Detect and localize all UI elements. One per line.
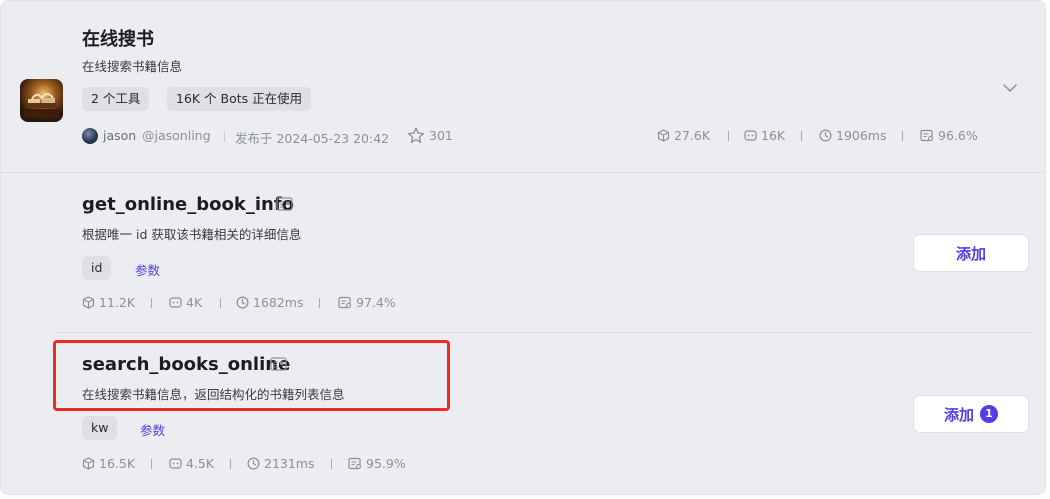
success-rate-stat: 95.9% bbox=[348, 456, 406, 471]
star-button[interactable]: 301 bbox=[407, 127, 453, 144]
report-icon bbox=[348, 457, 362, 470]
added-count-badge: 1 bbox=[980, 405, 998, 423]
star-icon bbox=[407, 127, 425, 143]
cube-icon bbox=[82, 457, 95, 470]
author-name[interactable]: jason bbox=[103, 128, 136, 143]
add-tool-button[interactable]: 添加 1 bbox=[913, 395, 1029, 433]
bot-icon bbox=[169, 297, 182, 308]
stat-divider bbox=[331, 459, 332, 469]
tool-name: search_books_online bbox=[82, 354, 291, 375]
params-link[interactable]: 参数 bbox=[140, 420, 165, 439]
bots-stat: 4.5K bbox=[169, 456, 214, 471]
calls-stat: 27.6K bbox=[657, 128, 710, 143]
success-rate-stat: 97.4% bbox=[338, 295, 396, 310]
plugin-panel: 在线搜书 在线搜索书籍信息 2 个工具 16K 个 Bots 正在使用 jaso… bbox=[0, 0, 1046, 495]
star-count: 301 bbox=[429, 128, 453, 143]
stat-divider bbox=[728, 131, 729, 141]
clock-icon bbox=[236, 296, 249, 309]
tool-description: 根据唯一 id 获取该书籍相关的详细信息 bbox=[82, 227, 302, 242]
author-avatar[interactable] bbox=[82, 128, 98, 144]
api-card-icon bbox=[276, 196, 293, 215]
meta-divider bbox=[224, 132, 225, 142]
latency-stat: 1682ms bbox=[236, 295, 304, 310]
calls-stat: 11.2K bbox=[82, 295, 135, 310]
bot-icon bbox=[169, 458, 182, 469]
cube-icon bbox=[657, 129, 670, 142]
latency-stat: 2131ms bbox=[247, 456, 315, 471]
add-tool-button[interactable]: 添加 bbox=[913, 234, 1029, 272]
param-tag: id bbox=[82, 256, 112, 280]
param-tag: kw bbox=[82, 416, 118, 440]
tool-count-tag: 2 个工具 bbox=[82, 87, 150, 111]
stat-divider bbox=[151, 298, 152, 308]
report-icon bbox=[920, 129, 934, 142]
tool-name: get_online_book_info bbox=[82, 194, 295, 215]
cube-icon bbox=[82, 296, 95, 309]
stat-divider bbox=[220, 298, 221, 308]
stat-divider bbox=[801, 131, 802, 141]
calls-stat: 16.5K bbox=[82, 456, 135, 471]
api-card-icon bbox=[270, 356, 287, 375]
tool-description: 在线搜索书籍信息，返回结构化的书籍列表信息 bbox=[82, 387, 345, 402]
params-link[interactable]: 参数 bbox=[135, 260, 160, 279]
plugin-description: 在线搜索书籍信息 bbox=[82, 59, 183, 74]
latency-stat: 1906ms bbox=[819, 128, 887, 143]
chevron-down-icon bbox=[1003, 84, 1017, 92]
bots-stat: 4K bbox=[169, 295, 202, 310]
success-rate-stat: 96.6% bbox=[920, 128, 978, 143]
report-icon bbox=[338, 296, 352, 309]
clock-icon bbox=[819, 129, 832, 142]
clock-icon bbox=[247, 457, 260, 470]
expand-toggle[interactable] bbox=[1001, 79, 1019, 101]
plugin-title: 在线搜书 bbox=[82, 29, 154, 50]
bot-icon bbox=[744, 130, 757, 141]
stat-divider bbox=[902, 131, 903, 141]
bots-usage-tag: 16K 个 Bots 正在使用 bbox=[167, 87, 312, 111]
bots-stat: 16K bbox=[744, 128, 785, 143]
section-divider bbox=[53, 332, 1031, 333]
author-handle[interactable]: @jasonling bbox=[142, 128, 211, 143]
publish-date: 发布于 2024-05-23 20:42 bbox=[235, 131, 390, 146]
stat-divider bbox=[319, 298, 320, 308]
plugin-cover-image bbox=[20, 79, 63, 122]
stat-divider bbox=[230, 459, 231, 469]
stat-divider bbox=[151, 459, 152, 469]
section-divider bbox=[1, 172, 1045, 173]
